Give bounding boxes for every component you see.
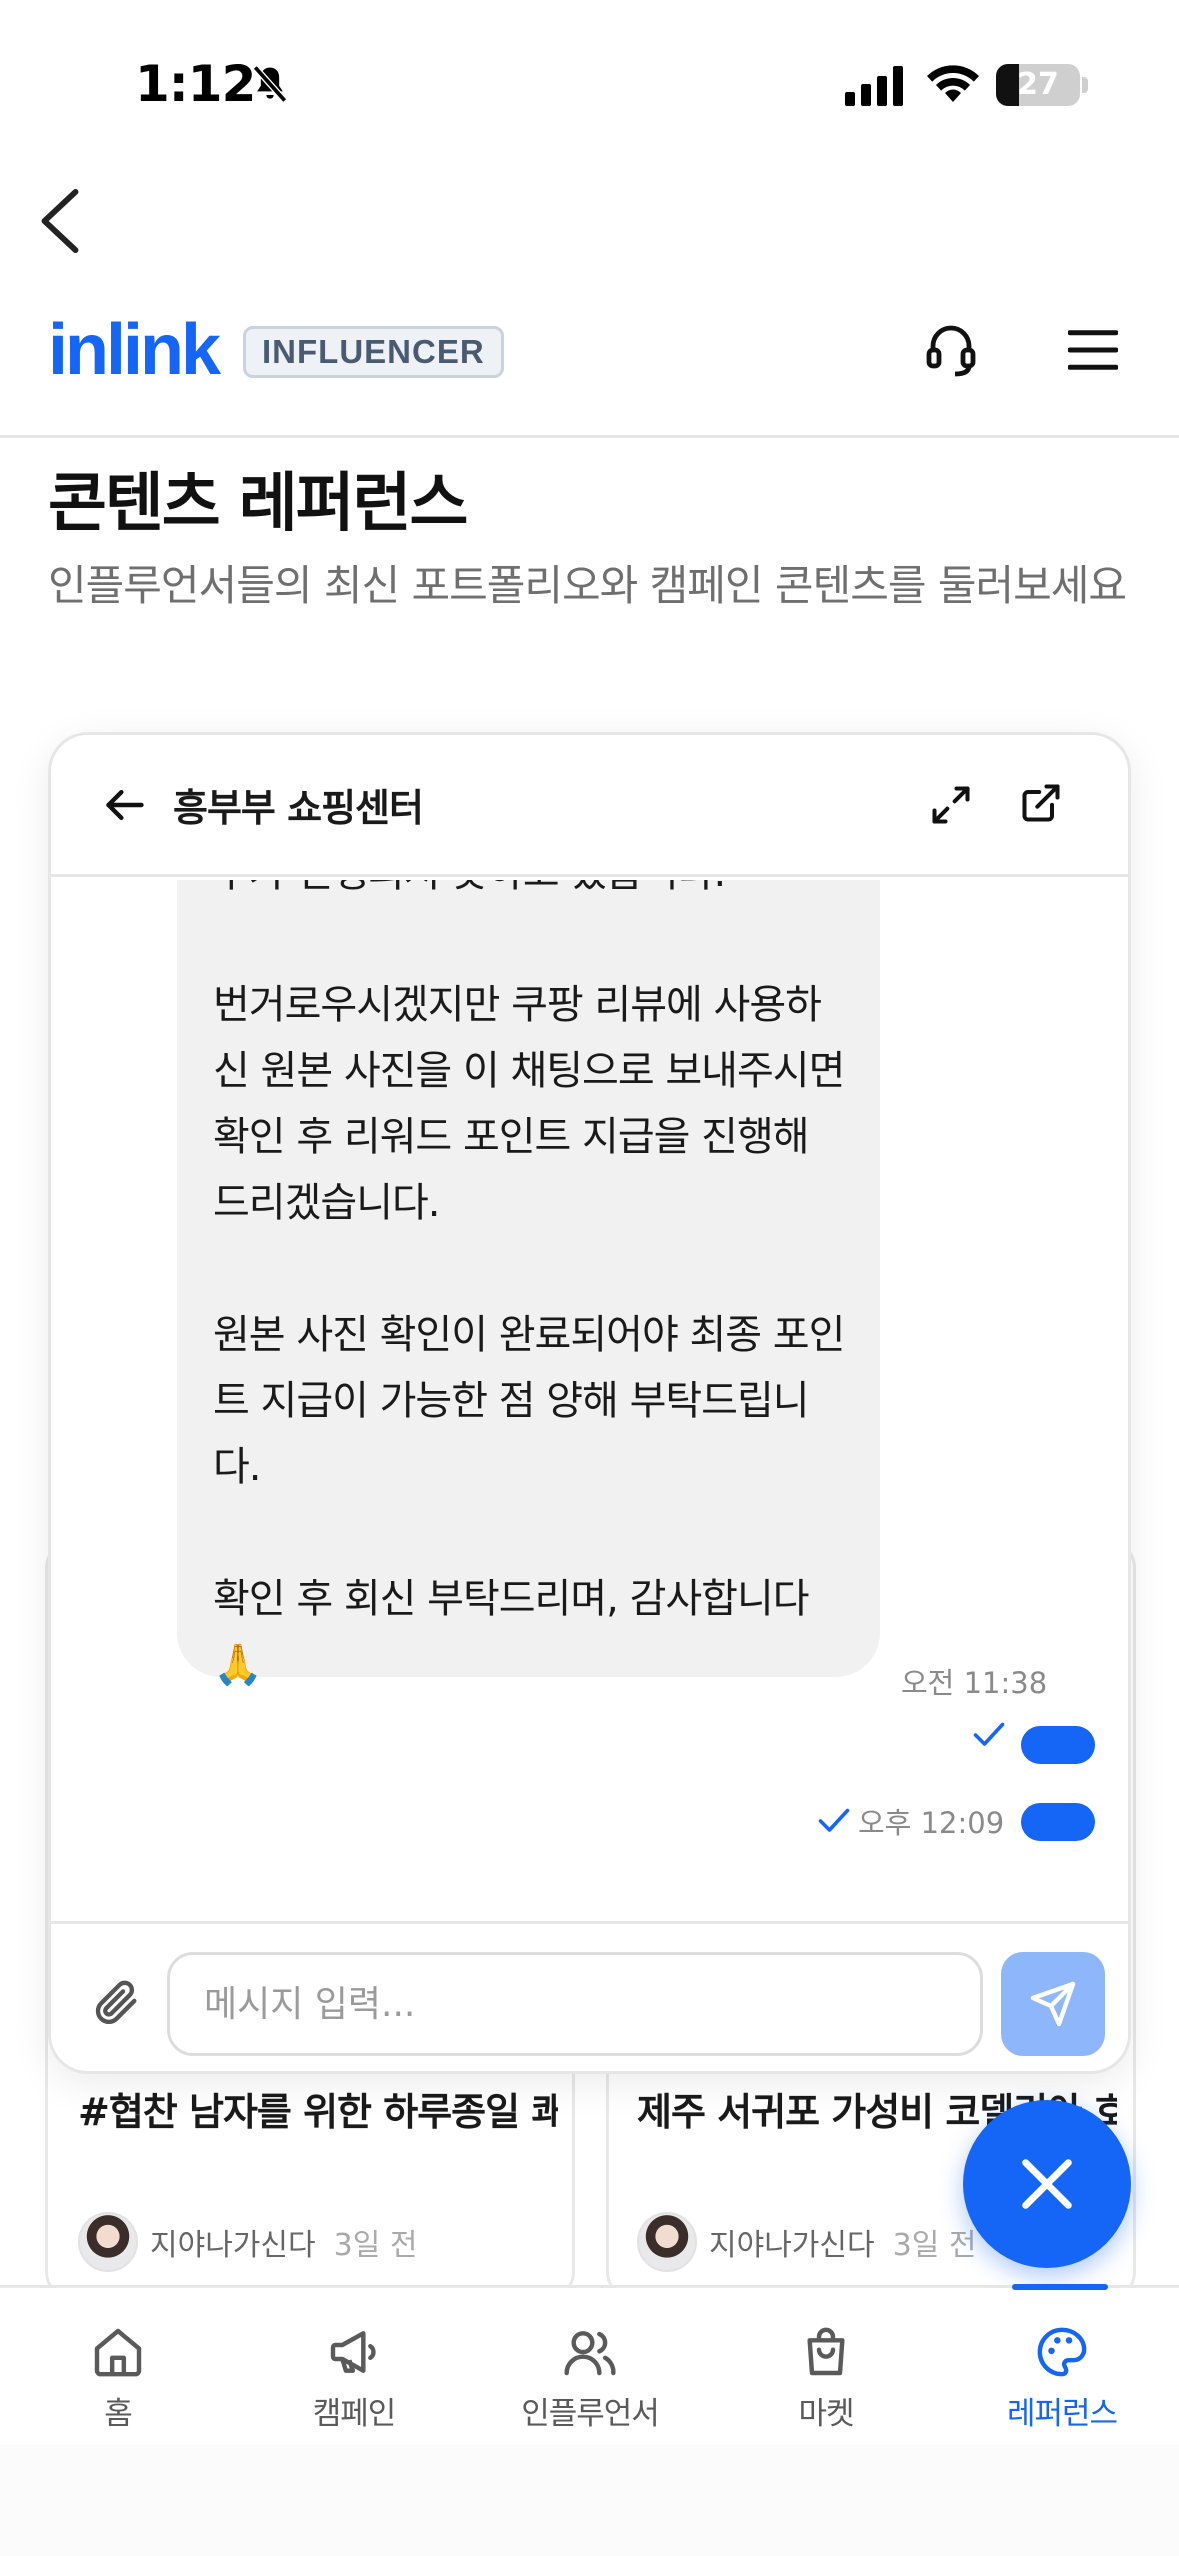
send-button[interactable] [1001, 1952, 1105, 2056]
avatar [78, 2212, 138, 2272]
chat-window: 흥부부 쇼핑센터 추가 진행되지 못하고 있습니다. 번거로우시겠지만 쿠팡 리… [48, 732, 1131, 2074]
nav-item-campaign[interactable]: 캠페인 [236, 2288, 472, 2448]
home-icon [94, 2328, 142, 2377]
bell-off-icon [252, 65, 288, 103]
close-icon [1022, 2159, 1072, 2209]
card-author: 지야나가신다 [150, 2228, 316, 2263]
back-chevron-icon[interactable] [38, 188, 82, 254]
card-author: 지야나가신다 [709, 2228, 875, 2263]
nav-label: 캠페인 [312, 2396, 397, 2432]
page-subtitle: 인플루언서들의 최신 포트폴리오와 캠페인 콘텐츠를 둘러보세요 [48, 561, 1127, 610]
sent-message-bubble [1021, 1726, 1095, 1764]
megaphone-icon [330, 2331, 376, 2373]
avatar [637, 2212, 697, 2272]
external-link-icon[interactable] [1019, 781, 1063, 825]
users-icon [564, 2331, 616, 2376]
status-bar: 1:12 27 [0, 0, 1179, 170]
nav-label: 마켓 [798, 2396, 854, 2432]
chat-header: 흥부부 쇼핑센터 [51, 735, 1128, 877]
send-icon [1030, 1981, 1076, 2027]
card-time: 3일 전 [892, 2228, 977, 2263]
nav-item-market[interactable]: 마켓 [708, 2288, 944, 2448]
sent-message-meta: 오후 12:09 [816, 1800, 1004, 1842]
card-title[interactable]: #협찬 남자를 위한 하루종일 쾌적한 이너쉴드 본 심리스... [78, 2080, 558, 2144]
home-indicator-area [0, 2445, 1179, 2556]
close-chat-button[interactable] [963, 2100, 1131, 2268]
message-text: 추가 진행되지 못하고 있습니다. 번거로우시겠지만 쿠팡 리뷰에 사용하신 원… [213, 880, 845, 1688]
influencer-badge: INFLUENCER [243, 326, 504, 378]
battery-icon: 27 [996, 64, 1080, 106]
card-meta: 지야나가신다 3일 전 [78, 2212, 417, 2272]
hamburger-menu-icon[interactable] [1068, 327, 1118, 373]
page-title: 콘텐츠 레퍼런스 [48, 467, 468, 541]
paperclip-icon[interactable] [91, 1976, 143, 2028]
signal-icon [845, 66, 903, 106]
expand-icon[interactable] [929, 783, 973, 827]
card-meta: 지야나가신다 3일 전 [637, 2212, 976, 2272]
message-time: 오전 11:38 [901, 1666, 1048, 1700]
nav-item-reference[interactable]: 레퍼런스 [944, 2288, 1179, 2448]
received-message-bubble: 추가 진행되지 못하고 있습니다. 번거로우시겠지만 쿠팡 리뷰에 사용하신 원… [177, 880, 880, 1688]
header-divider [0, 435, 1179, 438]
wifi-icon [927, 65, 979, 102]
chat-messages[interactable]: 추가 진행되지 못하고 있습니다. 번거로우시겠지만 쿠팡 리뷰에 사용하신 원… [51, 880, 1128, 1920]
chat-title: 흥부부 쇼핑센터 [173, 786, 424, 830]
read-check-icon [973, 1722, 1005, 1746]
palette-icon [1037, 2327, 1087, 2377]
battery-nub [1082, 77, 1088, 93]
message-input[interactable] [167, 1952, 983, 2056]
active-tab-indicator [1012, 2284, 1108, 2290]
chat-input-area [51, 1921, 1128, 2071]
inlink-logo[interactable]: inlink [48, 310, 221, 390]
battery-level: 27 [1017, 67, 1059, 102]
shopping-bag-icon [807, 2327, 845, 2376]
nav-label: 홈 [104, 2396, 133, 2432]
nav-item-home[interactable]: 홈 [0, 2288, 236, 2448]
sent-time: 오후 12:09 [858, 1806, 1005, 1840]
status-time: 1:12 [135, 55, 256, 113]
nav-item-influencer[interactable]: 인플루언서 [472, 2288, 708, 2448]
nav-label: 인플루언서 [521, 2396, 660, 2432]
card-time: 3일 전 [333, 2228, 418, 2263]
arrow-left-icon[interactable] [103, 783, 147, 827]
read-check-icon [818, 1808, 850, 1832]
sent-message-bubble [1021, 1803, 1095, 1841]
headset-icon[interactable] [925, 322, 977, 378]
nav-label: 레퍼런스 [1006, 2396, 1118, 2432]
